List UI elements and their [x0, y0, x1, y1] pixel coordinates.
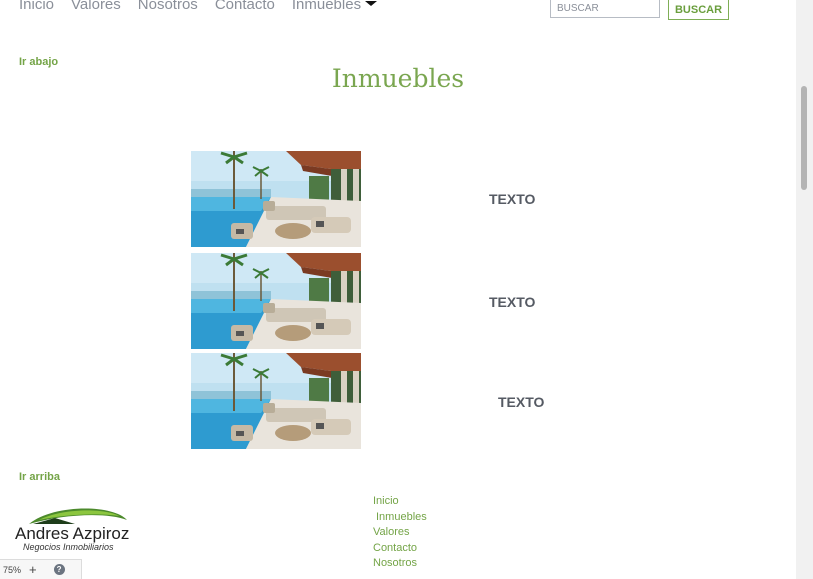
nav-item-contacto[interactable]: Contacto: [215, 0, 275, 13]
caret-down-icon: [365, 1, 378, 6]
property-image[interactable]: [191, 353, 361, 449]
property-image[interactable]: [191, 253, 361, 349]
page-title: Inmuebles: [331, 64, 465, 93]
footer-links: Inicio Inmuebles Valores Contacto Nosotr…: [373, 494, 427, 572]
property-image[interactable]: [191, 151, 361, 247]
search-button[interactable]: BUSCAR: [668, 0, 729, 20]
footer-link-nosotros[interactable]: Nosotros: [373, 556, 427, 572]
search-input[interactable]: [550, 0, 660, 18]
nav-item-inmuebles[interactable]: Inmuebles: [291, 0, 378, 13]
help-icon[interactable]: ?: [53, 564, 65, 575]
zoom-level: 75%: [3, 564, 22, 575]
property-text: TEXTO: [489, 294, 536, 310]
status-bar: 75% + ?: [0, 559, 82, 579]
footer-link-contacto[interactable]: Contacto: [373, 541, 427, 557]
nav-item-valores[interactable]: Valores: [71, 0, 121, 13]
property-text: TEXTO: [489, 191, 536, 207]
company-logo[interactable]: Andres Azpiroz Negocios Inmobiliarios: [15, 506, 155, 554]
property-text: TEXTO: [498, 394, 545, 410]
nav-item-inicio[interactable]: Inicio: [19, 0, 54, 13]
nav-item-inmuebles-label: Inmuebles: [291, 0, 362, 13]
logo-name: Andres Azpiroz: [15, 524, 129, 543]
footer-link-inicio[interactable]: Inicio: [373, 494, 427, 510]
top-nav: Inicio Valores Nosotros Contacto Inmuebl…: [19, 0, 378, 13]
ir-arriba-link[interactable]: Ir arriba: [19, 471, 60, 483]
scrollbar-thumb[interactable]: [801, 86, 807, 190]
logo-tagline: Negocios Inmobiliarios: [23, 542, 114, 552]
footer-link-inmuebles[interactable]: Inmuebles: [373, 510, 427, 526]
footer-link-valores[interactable]: Valores: [373, 525, 427, 541]
zoom-in-button[interactable]: +: [29, 562, 37, 577]
nav-item-nosotros[interactable]: Nosotros: [138, 0, 198, 13]
